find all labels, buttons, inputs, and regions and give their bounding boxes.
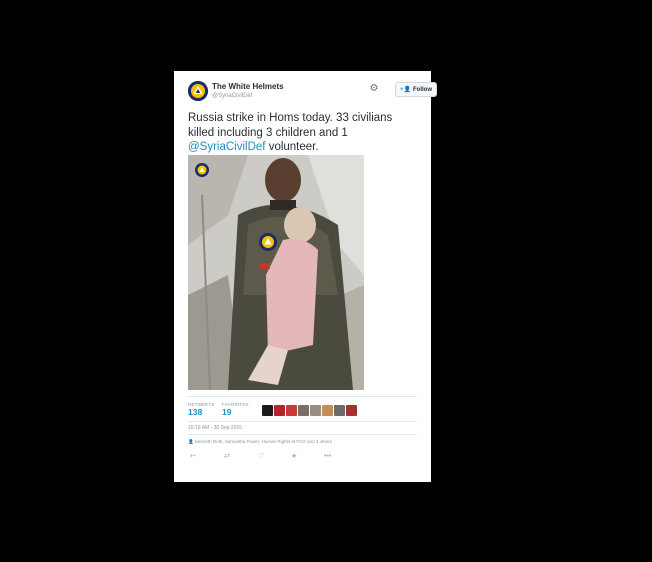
divider xyxy=(188,421,417,422)
tagged-people-text: Kenneth Roth, Samantha Power, Human Righ… xyxy=(194,439,333,444)
favoriter-avatar[interactable] xyxy=(310,405,321,416)
divider xyxy=(188,396,417,397)
star-icon[interactable]: ★ xyxy=(291,452,297,462)
favoriter-avatar[interactable] xyxy=(286,405,297,416)
mention-link[interactable]: @SyriaCivilDef xyxy=(188,141,266,153)
display-name[interactable]: The White Helmets xyxy=(212,82,284,92)
favoriter-avatar[interactable] xyxy=(298,405,309,416)
favorites-stat[interactable]: FAVORITES 19 xyxy=(222,402,249,417)
person-icon: 👤 xyxy=(188,439,195,444)
tweet-card: The White Helmets @SyriaCivilDef ⚙ +👤 Fo… xyxy=(174,71,437,482)
rescue-photo-illustration xyxy=(188,155,364,390)
favoriter-avatar[interactable] xyxy=(262,405,273,416)
favoriter-avatar[interactable] xyxy=(274,405,285,416)
favoriter-avatar[interactable] xyxy=(322,405,333,416)
retweets-stat[interactable]: RETWEETS 138 xyxy=(188,402,215,417)
heart-icon[interactable]: ♡ xyxy=(258,452,264,462)
favoriter-avatars xyxy=(262,405,357,416)
tweet-text-body: Russia strike in Homs today. 33 civilian… xyxy=(188,112,393,139)
retweets-count: 138 xyxy=(188,407,203,417)
more-icon[interactable]: ••• xyxy=(324,452,331,462)
tweet-photo[interactable] xyxy=(188,155,364,390)
tagged-people[interactable]: 👤 Kenneth Roth, Samantha Power, Human Ri… xyxy=(188,439,332,445)
tweet-header: The White Helmets @SyriaCivilDef ⚙ +👤 Fo… xyxy=(188,81,437,107)
add-user-icon: +👤 xyxy=(400,87,411,93)
retweet-icon[interactable]: ⇄ xyxy=(224,452,230,462)
divider xyxy=(188,434,417,435)
gear-icon[interactable]: ⚙ xyxy=(368,83,380,95)
favoriter-avatar[interactable] xyxy=(334,405,345,416)
favorites-count: 19 xyxy=(222,407,232,417)
author-names: The White Helmets @SyriaCivilDef xyxy=(212,82,284,100)
avatar[interactable] xyxy=(188,81,208,101)
tweet-text-end: volunteer. xyxy=(265,141,319,153)
favoriter-avatar[interactable] xyxy=(346,405,357,416)
follow-label: Follow xyxy=(412,86,432,93)
tweet-actions: ↩ ⇄ ♡ ★ ••• xyxy=(188,452,348,462)
follow-button[interactable]: +👤 Follow xyxy=(395,82,437,97)
tweet-text: Russia strike in Homs today. 33 civilian… xyxy=(188,111,420,155)
reply-icon[interactable]: ↩ xyxy=(190,452,196,462)
white-helmets-logo-icon xyxy=(188,81,208,101)
handle[interactable]: @SyriaCivilDef xyxy=(212,92,284,100)
tweet-timestamp[interactable]: 10:19 AM - 30 Sep 2015 xyxy=(188,425,242,431)
